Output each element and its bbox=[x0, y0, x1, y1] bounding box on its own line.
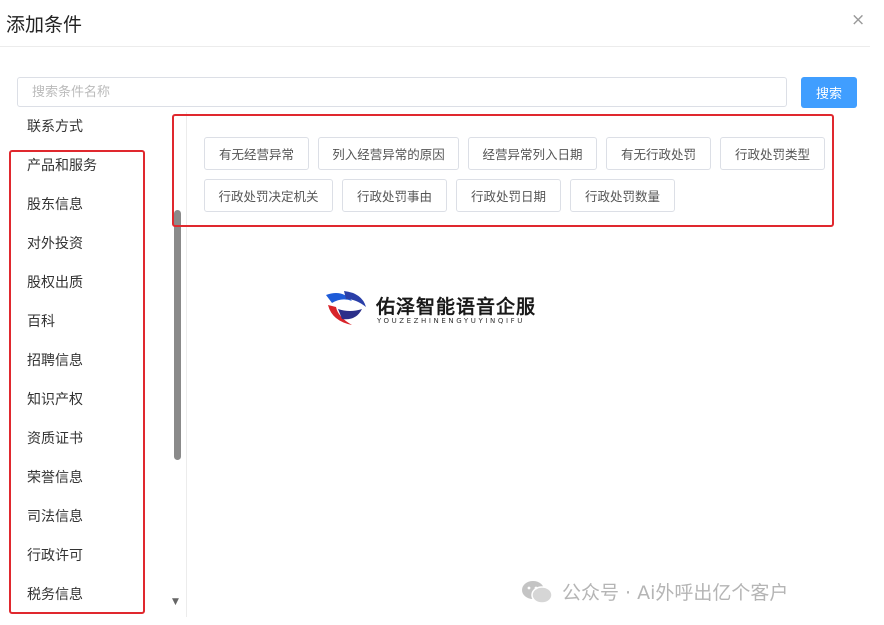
sidebar-item-judicial[interactable]: 司法信息 bbox=[27, 506, 83, 526]
condition-chip-penalty-type[interactable]: 行政处罚类型 bbox=[720, 137, 825, 170]
logo-emblem-icon bbox=[326, 291, 366, 325]
search-input[interactable] bbox=[17, 77, 787, 107]
sidebar-item-encyclopedia[interactable]: 百科 bbox=[27, 311, 55, 331]
scroll-down-icon[interactable]: ▼ bbox=[172, 597, 179, 607]
sidebar-item-equity-pledge[interactable]: 股权出质 bbox=[27, 272, 83, 292]
search-button[interactable]: 搜索 bbox=[801, 77, 857, 108]
condition-chip-operation-abnormal[interactable]: 有无经营异常 bbox=[204, 137, 309, 170]
dialog-title: 添加条件 bbox=[6, 14, 83, 36]
logo-subtitle: YOUZEZHINENGYUYINQIFU bbox=[377, 317, 526, 325]
condition-chip-abnormal-reason[interactable]: 列入经营异常的原因 bbox=[318, 137, 459, 170]
wechat-icon bbox=[522, 580, 553, 604]
condition-chip-penalty-date[interactable]: 行政处罚日期 bbox=[456, 179, 561, 212]
sidebar-item-certificates[interactable]: 资质证书 bbox=[27, 428, 83, 448]
header-divider bbox=[0, 46, 870, 47]
condition-chip-penalty-authority[interactable]: 行政处罚决定机关 bbox=[204, 179, 333, 212]
sidebar-item-recruitment[interactable]: 招聘信息 bbox=[27, 350, 83, 370]
sidebar-item-contact[interactable]: 联系方式 bbox=[27, 116, 83, 136]
sidebar-item-honors[interactable]: 荣誉信息 bbox=[27, 467, 83, 487]
sidebar-item-products[interactable]: 产品和服务 bbox=[27, 155, 97, 175]
sidebar-item-investments[interactable]: 对外投资 bbox=[27, 233, 83, 253]
sidebar-item-admin-license[interactable]: 行政许可 bbox=[27, 545, 83, 565]
logo-name: 佑泽智能语音企服 bbox=[376, 296, 537, 318]
sidebar-divider bbox=[186, 112, 187, 617]
condition-chip-admin-penalty[interactable]: 有无行政处罚 bbox=[606, 137, 711, 170]
condition-chip-penalty-count[interactable]: 行政处罚数量 bbox=[570, 179, 675, 212]
condition-chip-abnormal-date[interactable]: 经营异常列入日期 bbox=[468, 137, 597, 170]
company-logo: 佑泽智能语音企服 YOUZEZHINENGYUYINQIFU bbox=[322, 287, 572, 331]
condition-chip-penalty-reason[interactable]: 行政处罚事由 bbox=[342, 179, 447, 212]
sidebar-scrollbar[interactable] bbox=[174, 210, 181, 460]
sidebar-item-tax[interactable]: 税务信息 bbox=[27, 584, 83, 604]
watermark-text: 公众号 · Ai外呼出亿个客户 bbox=[562, 582, 789, 604]
category-sidebar: 联系方式 产品和服务 股东信息 对外投资 股权出质 百科 招聘信息 知识产权 资… bbox=[0, 112, 186, 617]
sidebar-item-ip[interactable]: 知识产权 bbox=[27, 389, 83, 409]
sidebar-item-shareholders[interactable]: 股东信息 bbox=[27, 194, 83, 214]
close-icon[interactable]: × bbox=[851, 10, 865, 30]
watermark: 公众号 · Ai外呼出亿个客户 bbox=[520, 578, 788, 605]
